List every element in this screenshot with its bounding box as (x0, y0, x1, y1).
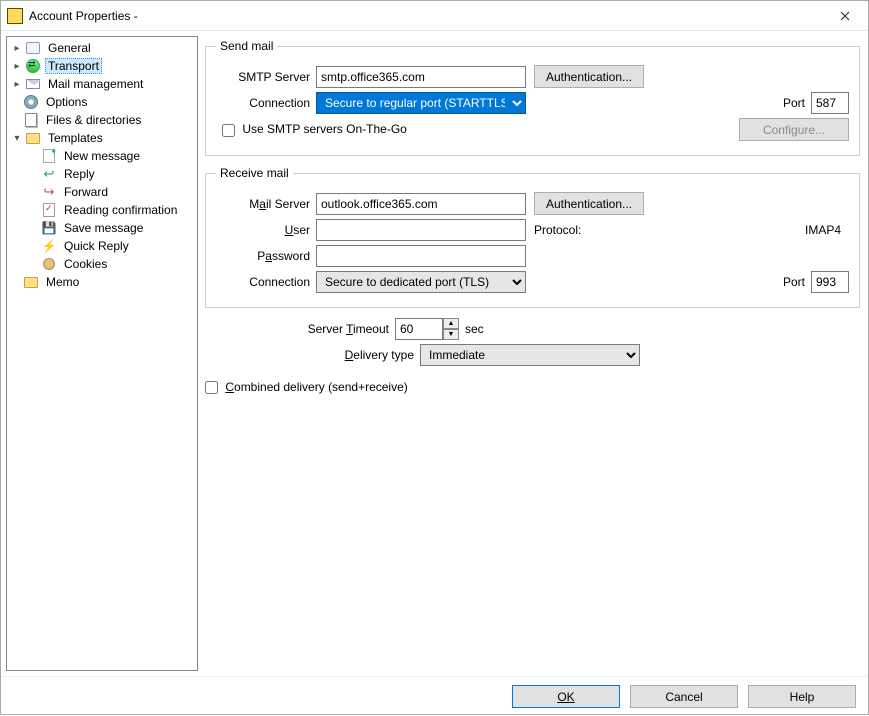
combined-delivery-checkbox[interactable] (205, 381, 218, 394)
forward-icon: ↪ (44, 184, 55, 200)
smtp-onthego-checkbox[interactable] (222, 124, 235, 137)
combined-delivery-checkbox-label[interactable]: Combined delivery (send+receive) (205, 380, 408, 394)
user-label: User (216, 223, 316, 237)
send-authentication-button[interactable]: Authentication... (534, 65, 644, 88)
tree-item-new-message[interactable]: New message (7, 147, 197, 165)
delivery-type-label: Delivery type (205, 348, 420, 362)
reading-confirmation-icon (43, 203, 55, 217)
send-connection-label: Connection (216, 96, 316, 110)
app-icon (7, 8, 23, 24)
title-bar: Account Properties - (1, 1, 868, 31)
save-icon: 💾 (42, 221, 57, 235)
tree-item-templates[interactable]: ▾ Templates (7, 129, 197, 147)
receive-mail-group: Receive mail Mail Server Authentication.… (205, 166, 860, 308)
password-label: Password (216, 249, 316, 263)
protocol-label: Protocol: (534, 223, 581, 237)
dialog-footer: OK Cancel Help (1, 676, 868, 716)
cookies-icon (43, 258, 55, 270)
user-input[interactable] (316, 219, 526, 241)
recv-connection-select[interactable]: Secure to dedicated port (TLS) (316, 271, 526, 293)
memo-icon (24, 277, 38, 288)
help-button[interactable]: Help (748, 685, 856, 708)
timeout-unit: sec (465, 322, 484, 336)
new-message-icon (43, 149, 55, 163)
send-port-label: Port (783, 96, 805, 110)
receive-mail-legend: Receive mail (216, 166, 293, 180)
spinner-down-button[interactable]: ▼ (443, 329, 459, 340)
tree-item-quick-reply[interactable]: ⚡ Quick Reply (7, 237, 197, 255)
close-button[interactable] (822, 1, 868, 31)
send-mail-group: Send mail SMTP Server Authentication... … (205, 39, 860, 156)
tree-item-reading-confirmation[interactable]: Reading confirmation (7, 201, 197, 219)
password-input[interactable] (316, 245, 526, 267)
tree-item-transport[interactable]: ▸ Transport (7, 57, 197, 75)
reply-icon: ↩ (44, 166, 55, 182)
recv-authentication-button[interactable]: Authentication... (534, 192, 644, 215)
tree-item-forward[interactable]: ↪ Forward (7, 183, 197, 201)
smtp-server-label: SMTP Server (216, 70, 316, 84)
files-icon (25, 113, 37, 127)
mail-server-label: Mail Server (216, 197, 316, 211)
server-timeout-label: Server Timeout (205, 322, 395, 336)
recv-port-input[interactable] (811, 271, 849, 293)
collapse-icon[interactable]: ▾ (11, 132, 23, 144)
send-connection-select[interactable]: Secure to regular port (STARTTLS) (316, 92, 526, 114)
tree-item-memo[interactable]: Memo (7, 273, 197, 291)
expand-icon[interactable]: ▸ (11, 42, 23, 54)
recv-port-label: Port (783, 275, 805, 289)
expand-icon[interactable]: ▸ (11, 78, 23, 90)
nav-tree[interactable]: ▸ General ▸ Transport ▸ Mail management … (6, 36, 198, 671)
send-port-input[interactable] (811, 92, 849, 114)
delivery-type-select[interactable]: Immediate (420, 344, 640, 366)
cancel-button[interactable]: Cancel (630, 685, 738, 708)
smtp-server-input[interactable] (316, 66, 526, 88)
server-timeout-input[interactable] (395, 318, 443, 340)
tree-item-mail-management[interactable]: ▸ Mail management (7, 75, 197, 93)
tree-item-options[interactable]: Options (7, 93, 197, 111)
ok-button[interactable]: OK (512, 685, 620, 708)
send-mail-legend: Send mail (216, 39, 277, 53)
server-timeout-spinner[interactable]: ▲ ▼ (395, 318, 459, 340)
expand-icon[interactable]: ▸ (11, 60, 23, 72)
mail-server-input[interactable] (316, 193, 526, 215)
main-panel: Send mail SMTP Server Authentication... … (201, 31, 868, 676)
transport-icon (26, 59, 40, 73)
tree-item-cookies[interactable]: Cookies (7, 255, 197, 273)
folder-icon (26, 133, 40, 144)
protocol-value: IMAP4 (805, 223, 841, 237)
configure-button: Configure... (739, 118, 849, 141)
tree-item-save-message[interactable]: 💾 Save message (7, 219, 197, 237)
general-icon (26, 42, 40, 54)
mail-icon (26, 79, 40, 89)
smtp-onthego-checkbox-label[interactable]: Use SMTP servers On-The-Go (222, 122, 407, 136)
recv-connection-label: Connection (216, 275, 316, 289)
tree-item-general[interactable]: ▸ General (7, 39, 197, 57)
window-title: Account Properties - (29, 9, 138, 23)
tree-item-reply[interactable]: ↩ Reply (7, 165, 197, 183)
options-icon (24, 95, 38, 109)
tree-item-files-directories[interactable]: Files & directories (7, 111, 197, 129)
quick-reply-icon: ⚡ (42, 239, 57, 253)
spinner-up-button[interactable]: ▲ (443, 318, 459, 329)
